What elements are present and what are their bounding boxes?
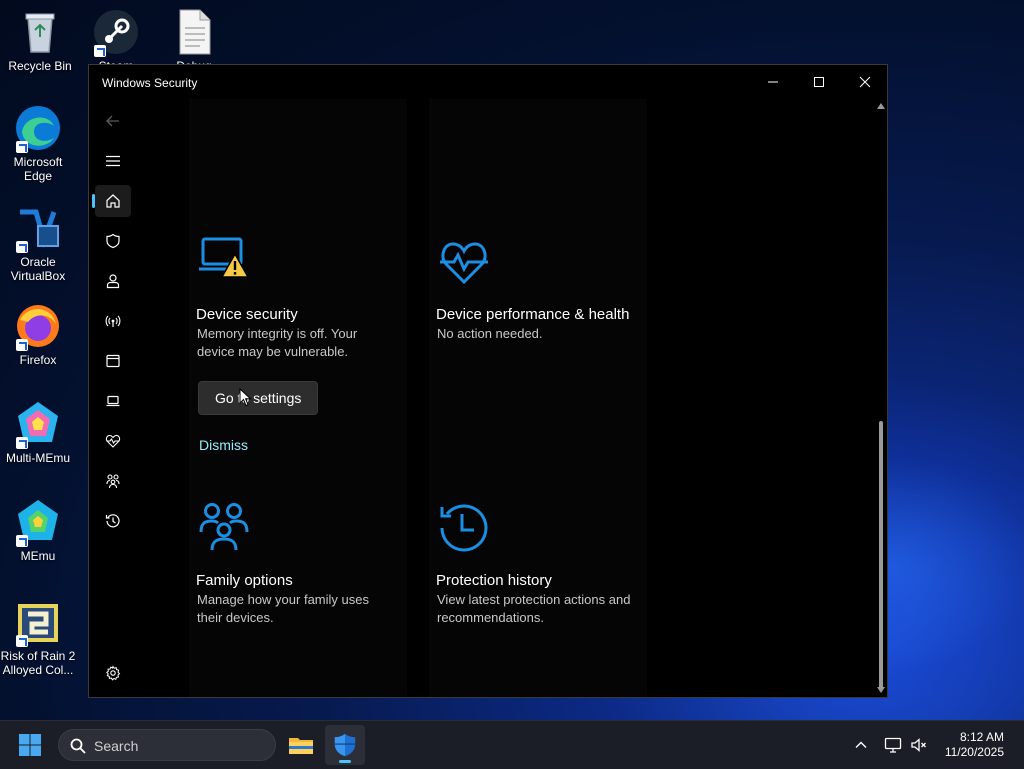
start-button[interactable] [16, 731, 44, 759]
vertical-scrollbar[interactable] [875, 99, 887, 697]
card-title: Device performance & health [436, 306, 630, 323]
scrollbar-thumb[interactable] [879, 421, 883, 691]
window-title: Windows Security [102, 76, 198, 90]
maximize-button[interactable] [796, 65, 842, 99]
desktop-icon-edge[interactable]: Microsoft Edge [0, 104, 78, 183]
nav-account-protection[interactable] [95, 265, 131, 297]
desktop-icon-multi-memu[interactable]: Multi-MEmu [0, 400, 78, 465]
card-title: Family options [196, 572, 293, 589]
scroll-up-arrow-icon[interactable] [877, 103, 885, 109]
desktop-icon-label: Recycle Bin [8, 59, 72, 73]
search-placeholder: Search [94, 738, 139, 754]
card-device-performance[interactable]: Device performance & health No action ne… [436, 236, 636, 343]
history-icon [440, 504, 488, 552]
speaker-muted-icon [911, 738, 926, 752]
windows-security-icon [334, 733, 356, 757]
card-family-options[interactable]: Family options Manage how your family us… [196, 502, 396, 627]
card-protection-history[interactable]: Protection history View latest protectio… [436, 502, 636, 627]
clock-time: 8:12 AM [959, 730, 1004, 744]
gear-icon [106, 665, 121, 681]
family-icon [199, 503, 249, 551]
desktop-icon-recycle-bin[interactable]: Recycle Bin [0, 8, 80, 73]
close-icon [859, 76, 871, 88]
nav-device-security[interactable] [95, 385, 131, 417]
nav-device-performance[interactable] [95, 425, 131, 457]
network-icon [884, 737, 902, 753]
browser-window-icon [106, 354, 120, 368]
heart-pulse-icon [440, 242, 488, 285]
firefox-icon [14, 302, 62, 351]
desktop-icon-label: Multi-MEmu [5, 451, 70, 465]
multi-memu-icon [14, 400, 62, 449]
nav-family-options[interactable] [95, 465, 131, 497]
card-description: Memory integrity is off. Your device may… [197, 326, 358, 359]
nav-app-browser-control[interactable] [95, 345, 131, 377]
menu-button[interactable] [95, 145, 131, 177]
history-icon [105, 514, 120, 528]
steam-icon [92, 8, 140, 57]
close-button[interactable] [842, 65, 888, 99]
shield-icon [106, 233, 120, 249]
memu-icon [14, 498, 62, 547]
nav-virus-protection[interactable] [95, 225, 131, 257]
minimize-button[interactable] [750, 65, 796, 99]
taskbar-search-box[interactable]: Search [58, 729, 276, 761]
nav-protection-history[interactable] [95, 505, 131, 537]
desktop-icon-label: Oracle VirtualBox [10, 255, 66, 283]
scroll-down-arrow-icon[interactable] [877, 687, 885, 693]
nav-home[interactable] [92, 185, 131, 217]
navigation-sidebar [89, 99, 139, 697]
laptop-warning-icon [199, 237, 250, 278]
back-button[interactable] [95, 105, 131, 137]
taskbar-windows-security[interactable] [325, 725, 365, 765]
maximize-icon [814, 77, 824, 87]
card-description: Manage how your family uses their device… [197, 592, 369, 625]
hamburger-icon [106, 155, 120, 167]
desktop-icon-label: Risk of Rain 2 Alloyed Col... [0, 649, 76, 677]
desktop-icon-label: Microsoft Edge [13, 155, 63, 183]
person-icon [106, 274, 120, 289]
card-description: View latest protection actions and recom… [437, 592, 631, 625]
card-title: Protection history [436, 572, 552, 589]
chevron-up-icon [855, 741, 867, 748]
back-arrow-icon [106, 115, 119, 127]
go-to-settings-button[interactable]: Go to settings [198, 381, 319, 415]
file-explorer-icon [289, 738, 313, 754]
nav-settings[interactable] [95, 657, 131, 689]
volume-button[interactable] [909, 735, 929, 755]
antenna-icon [105, 315, 121, 327]
clock-date: 11/20/2025 [944, 745, 1004, 759]
show-hidden-icons-button[interactable] [851, 735, 871, 755]
desktop-icon-label: Firefox [19, 353, 57, 367]
desktop-icon-risk-of-rain[interactable]: Risk of Rain 2 Alloyed Col... [0, 598, 78, 677]
search-icon [70, 738, 86, 754]
network-status-button[interactable] [883, 735, 903, 755]
dismiss-link[interactable]: Dismiss [199, 437, 396, 453]
text-file-icon [170, 8, 218, 56]
card-title: Device security [196, 306, 298, 323]
laptop-icon [106, 395, 120, 407]
mouse-cursor-icon [239, 388, 252, 407]
active-app-indicator [339, 760, 351, 763]
nav-firewall-network[interactable] [95, 305, 131, 337]
family-icon [106, 474, 120, 489]
edge-icon [14, 104, 62, 153]
game-icon [14, 598, 62, 647]
minimize-icon [768, 81, 778, 83]
title-bar[interactable]: Windows Security [89, 65, 887, 99]
desktop-icon-firefox[interactable]: Firefox [0, 302, 78, 367]
desktop-icon-memu[interactable]: MEmu [0, 498, 78, 563]
home-icon [106, 194, 120, 208]
desktop-icon-label: MEmu [20, 549, 56, 563]
taskbar-clock[interactable]: 8:12 AM 11/20/2025 [945, 730, 1004, 760]
heart-pulse-icon [105, 434, 121, 448]
taskbar-file-explorer[interactable] [281, 725, 321, 765]
desktop-icon-virtualbox[interactable]: Oracle VirtualBox [0, 204, 78, 283]
card-description: No action needed. [437, 326, 543, 341]
taskbar: Search 8:12 AM 11/20/2025 [0, 720, 1024, 769]
card-device-security[interactable]: Device security Memory integrity is off.… [196, 236, 396, 453]
windows-security-window: Windows Security Device security Memory … [88, 64, 888, 698]
recycle-bin-icon [16, 8, 64, 56]
virtualbox-icon [14, 204, 62, 253]
